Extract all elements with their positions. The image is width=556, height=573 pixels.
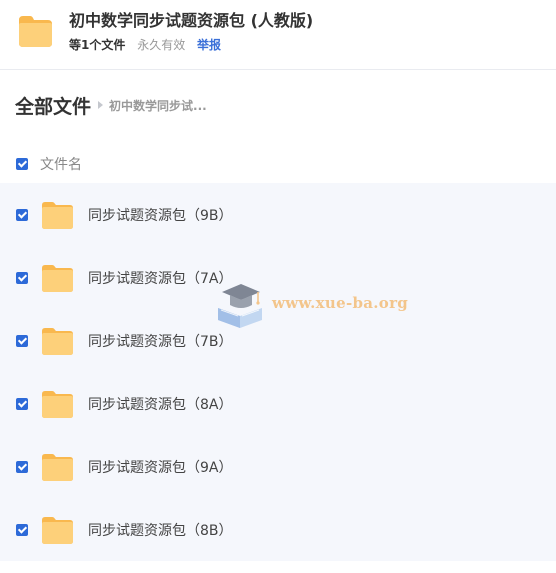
share-header: 初中数学同步试题资源包 (人教版) 等1个文件 永久有效 举报 xyxy=(0,0,556,70)
breadcrumb: 全部文件 初中数学同步试... xyxy=(15,92,207,119)
file-name[interactable]: 同步试题资源包（9A） xyxy=(88,457,232,477)
breadcrumb-separator-icon xyxy=(98,101,104,109)
validity-label: 永久有效 xyxy=(137,38,186,52)
list-header: 文件名 xyxy=(0,148,556,180)
file-name[interactable]: 同步试题资源包（7A） xyxy=(88,268,232,288)
share-meta: 等1个文件 永久有效 举报 xyxy=(69,36,221,54)
row-checkbox[interactable] xyxy=(16,397,28,410)
list-item[interactable]: 同步试题资源包（7A） xyxy=(0,246,556,309)
folder-icon xyxy=(19,16,52,47)
file-count: 等1个文件 xyxy=(69,38,126,52)
folder-icon xyxy=(42,516,73,544)
list-item[interactable]: 同步试题资源包（7B） xyxy=(0,309,556,372)
select-all-checkbox[interactable] xyxy=(16,158,28,170)
list-item[interactable]: 同步试题资源包（9A） xyxy=(0,435,556,498)
breadcrumb-current[interactable]: 初中数学同步试... xyxy=(109,97,207,114)
file-name[interactable]: 同步试题资源包（8B） xyxy=(88,520,233,540)
file-list: 同步试题资源包（9B） 同步试题资源包（7A） 同步试题资源包（7B） 同步试题… xyxy=(0,183,556,561)
folder-icon xyxy=(42,390,73,418)
folder-icon xyxy=(42,453,73,481)
file-name[interactable]: 同步试题资源包（7B） xyxy=(88,331,233,351)
folder-icon xyxy=(42,201,73,229)
list-item[interactable]: 同步试题资源包（8A） xyxy=(0,372,556,435)
row-checkbox[interactable] xyxy=(16,271,28,284)
list-item[interactable]: 同步试题资源包（9B） xyxy=(0,183,556,246)
list-item[interactable]: 同步试题资源包（8B） xyxy=(0,498,556,561)
row-checkbox[interactable] xyxy=(16,523,28,536)
folder-icon xyxy=(42,264,73,292)
share-title: 初中数学同步试题资源包 (人教版) xyxy=(69,11,314,30)
row-checkbox[interactable] xyxy=(16,208,28,221)
file-name[interactable]: 同步试题资源包（9B） xyxy=(88,205,233,225)
breadcrumb-root[interactable]: 全部文件 xyxy=(15,92,91,119)
row-checkbox[interactable] xyxy=(16,334,28,347)
column-header-filename[interactable]: 文件名 xyxy=(40,154,82,174)
file-name[interactable]: 同步试题资源包（8A） xyxy=(88,394,232,414)
row-checkbox[interactable] xyxy=(16,460,28,473)
folder-icon xyxy=(42,327,73,355)
report-link[interactable]: 举报 xyxy=(197,38,221,52)
